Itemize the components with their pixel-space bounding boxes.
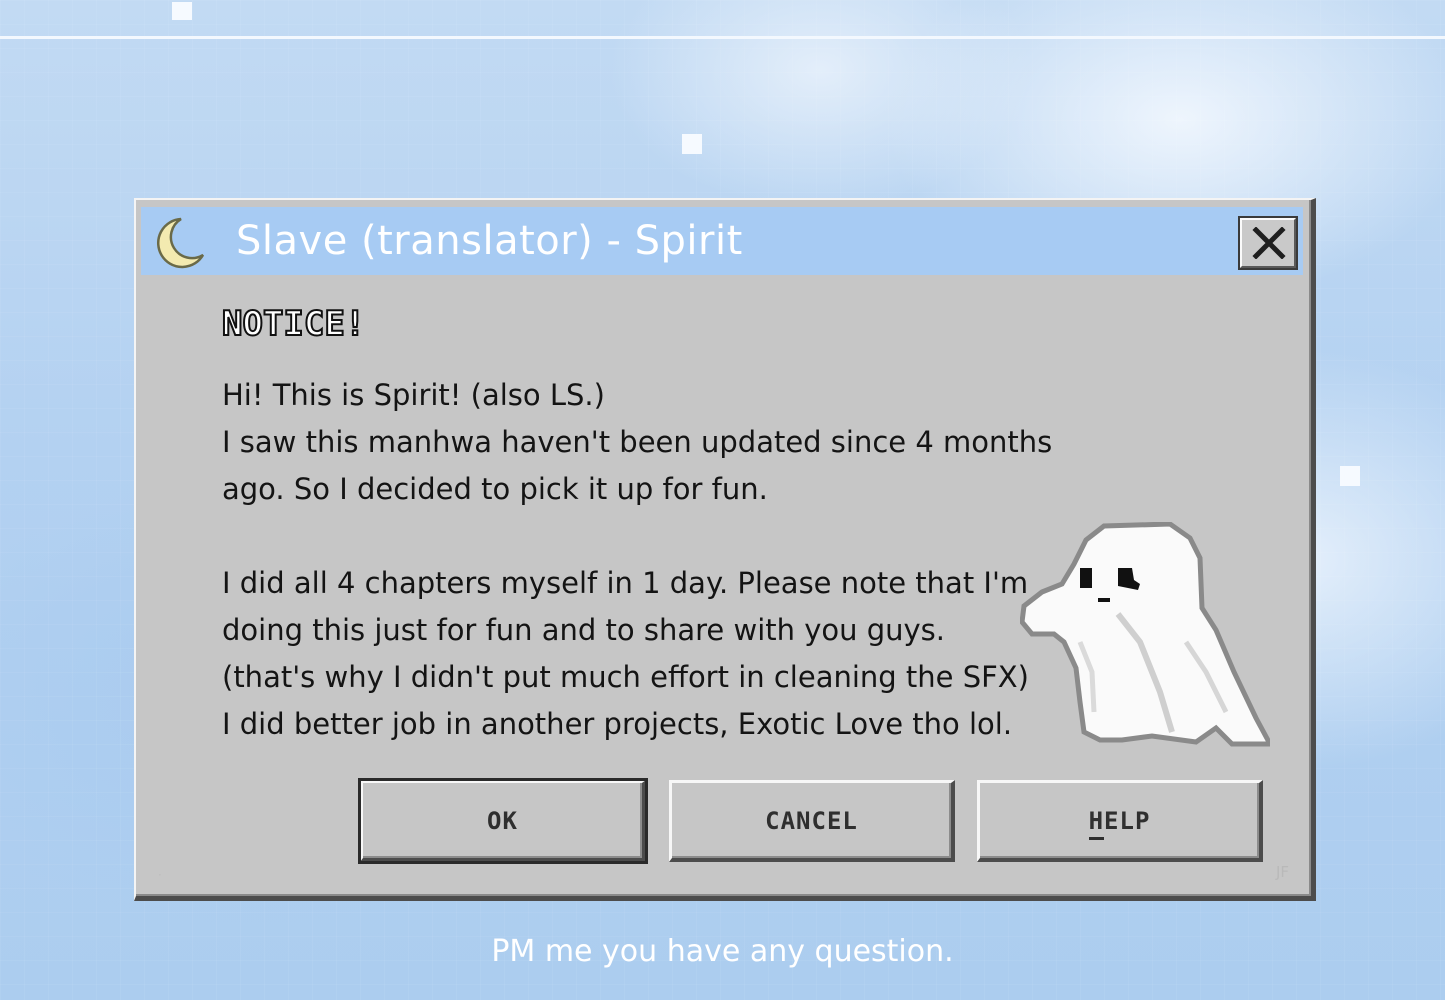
notice-dialog-window: Slave (translator) - Spirit NOTICE! Hi! … <box>134 198 1316 901</box>
title-bar[interactable]: Slave (translator) - Spirit <box>141 207 1303 275</box>
sky-pixel <box>682 134 702 154</box>
message-line: Hi! This is Spirit! (also LS.) <box>222 378 605 412</box>
help-button-label: HELP <box>1088 806 1151 840</box>
help-button[interactable]: HELP <box>977 780 1263 862</box>
message-line: ago. So I decided to pick it up for fun. <box>222 472 768 506</box>
window-title: Slave (translator) - Spirit <box>236 218 743 264</box>
sky-pixel <box>1340 466 1360 486</box>
footer-message: PM me you have any question. <box>491 934 954 969</box>
notice-message: Hi! This is Spirit! (also LS.) I saw thi… <box>222 372 1052 748</box>
watermark: JF <box>1276 863 1290 881</box>
message-line: I saw this manhwa haven't been updated s… <box>222 425 1053 459</box>
ghost-mascot-icon <box>1020 522 1270 747</box>
top-divider-line <box>0 36 1445 39</box>
sky-pixel <box>172 2 192 20</box>
message-line <box>222 513 1052 560</box>
message-line: doing this just for fun and to share wit… <box>222 613 946 647</box>
notice-heading: NOTICE! <box>221 303 366 345</box>
close-icon <box>1252 227 1286 259</box>
help-button-text: HELP <box>1088 806 1151 835</box>
ok-button[interactable]: OK <box>358 778 648 864</box>
corner-dot: · <box>158 868 162 882</box>
message-line: (that's why I didn't put much effort in … <box>222 660 1029 694</box>
crescent-moon-icon <box>156 217 205 269</box>
close-button[interactable] <box>1238 216 1298 270</box>
accelerator-underline <box>1088 836 1104 840</box>
message-line: I did all 4 chapters myself in 1 day. Pl… <box>222 566 1029 600</box>
message-line: I did better job in another projects, Ex… <box>222 707 1013 741</box>
cancel-button[interactable]: CANCEL <box>669 780 955 862</box>
